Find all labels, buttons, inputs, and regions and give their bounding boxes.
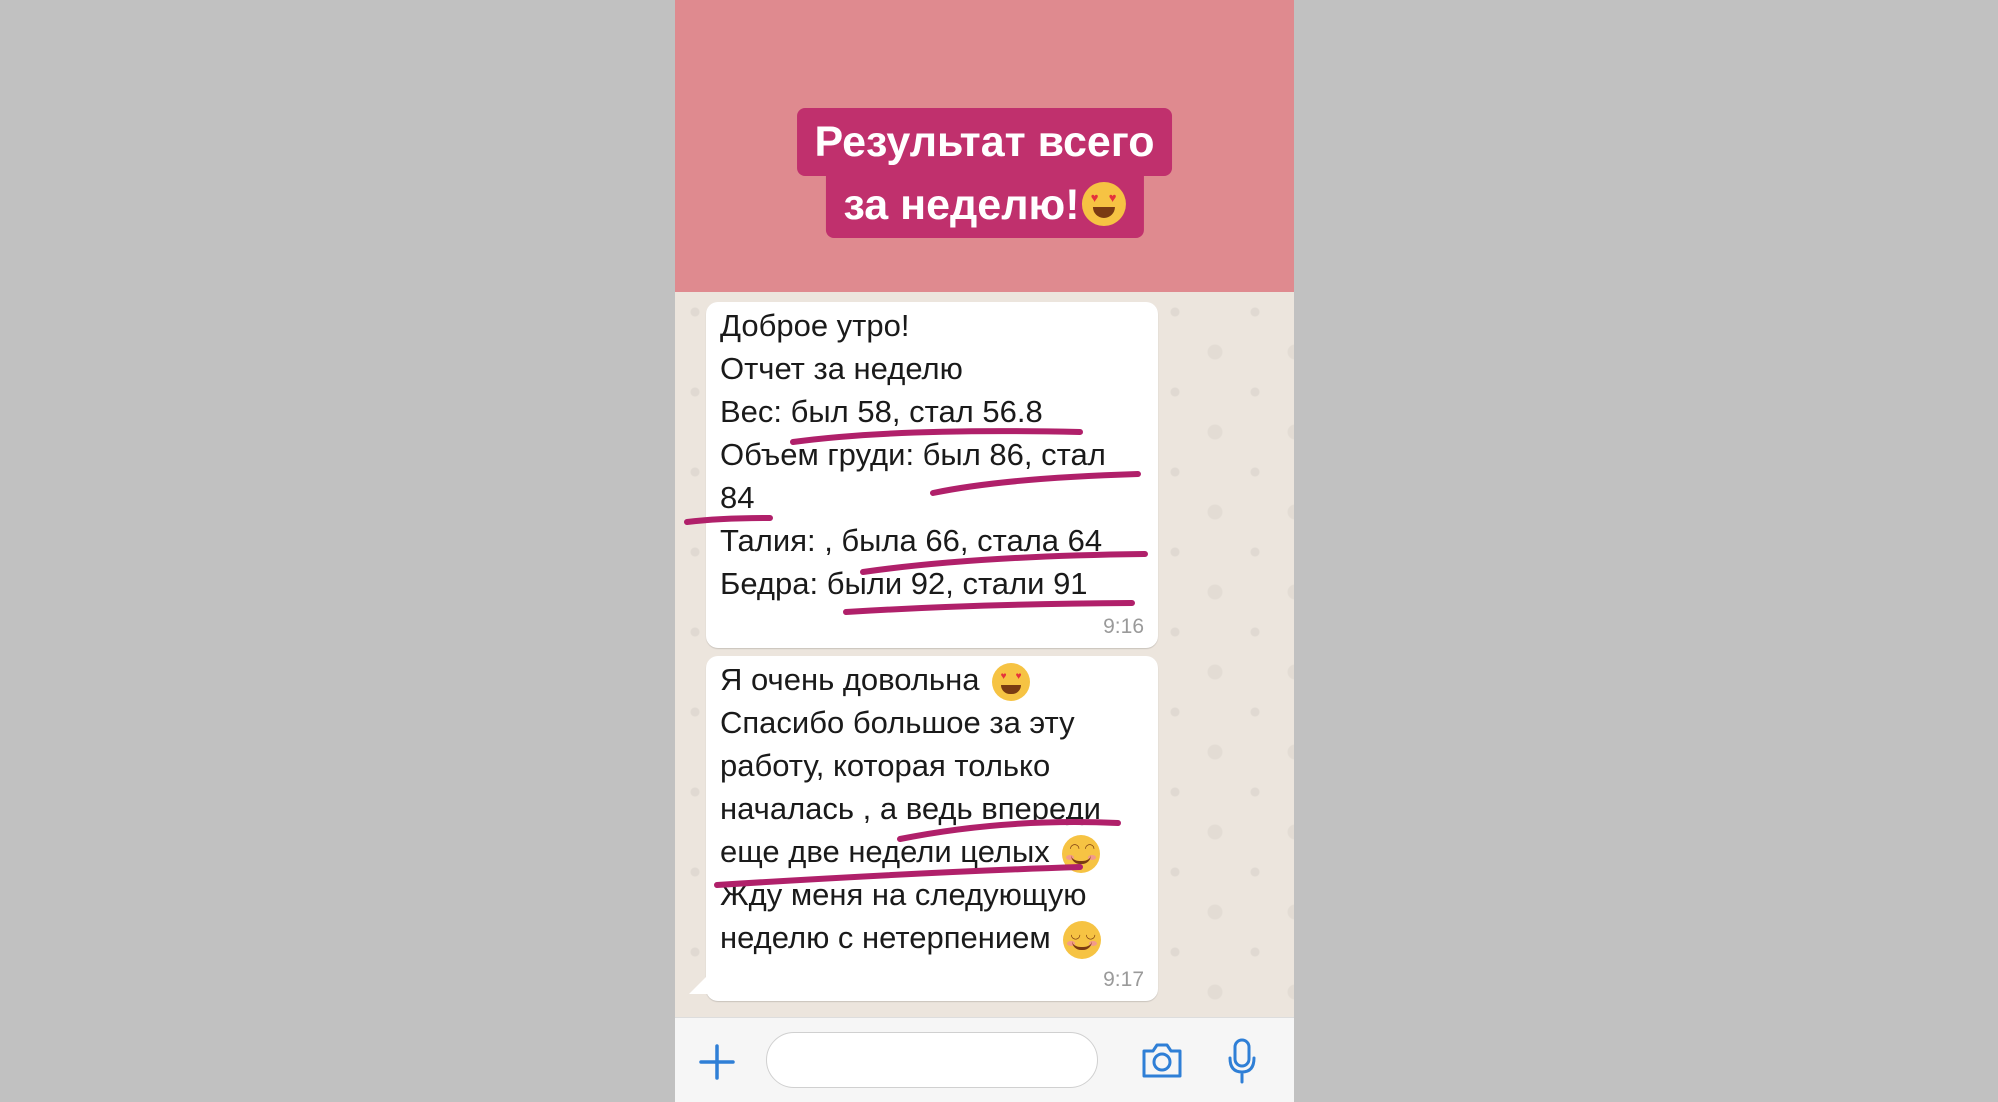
message-line: Вес: был 58, стал 56.8 bbox=[720, 394, 1043, 429]
message-timestamp: 9:16 bbox=[1103, 615, 1144, 638]
message-line: Жду меня на следующую bbox=[720, 877, 1087, 912]
message-line: работу, которая только bbox=[720, 748, 1051, 783]
message-line: Я очень довольна ♥ ♥ bbox=[720, 662, 1031, 701]
message-line: Доброе утро! bbox=[720, 308, 910, 343]
banner-title-line-2-text: за неделю! bbox=[843, 181, 1080, 229]
message-line: Спасибо большое за эту bbox=[720, 705, 1075, 740]
message-bubble-incoming[interactable]: Доброе утро! Отчет за неделю Вес: был 58… bbox=[706, 302, 1158, 648]
message-text-input[interactable] bbox=[766, 1032, 1098, 1088]
bubble-tail bbox=[689, 976, 707, 994]
message-bubble-incoming[interactable]: Я очень довольна ♥ ♥ Спасибо большое за э… bbox=[706, 656, 1158, 1001]
message-line: Талия: , была 66, стала 64 bbox=[720, 523, 1103, 558]
camera-icon[interactable] bbox=[1140, 1040, 1184, 1080]
message-timestamp: 9:17 bbox=[1103, 968, 1144, 991]
message-line: 84 bbox=[720, 480, 755, 515]
relieved-face-emoji-icon: ◡ ◡ bbox=[1063, 920, 1102, 959]
smiling-face-emoji-icon: ◠ ◠ bbox=[1062, 834, 1101, 873]
message-input-bar bbox=[675, 1017, 1294, 1102]
heart-eyes-emoji-icon: ♥ ♥ bbox=[992, 662, 1031, 701]
message-line: Отчет за неделю bbox=[720, 351, 963, 386]
phone-screen: Результат всего за неделю! ♥ ♥ Доброе утро… bbox=[675, 0, 1294, 1102]
banner-title-line-2: за неделю! ♥ ♥ bbox=[825, 176, 1144, 238]
banner-title-line-1: Результат всего bbox=[796, 108, 1173, 176]
story-banner: Результат всего за неделю! ♥ ♥ bbox=[675, 0, 1294, 292]
plus-icon[interactable] bbox=[699, 1044, 735, 1080]
message-line: еще две недели целых ◠ ◠ bbox=[720, 834, 1101, 873]
message-line: неделю с нетерпением ◡ ◡ bbox=[720, 920, 1102, 959]
message-line-text: еще две недели целых bbox=[720, 834, 1050, 869]
message-line-text: неделю с нетерпением bbox=[720, 920, 1051, 955]
message-line: Объем груди: был 86, стал bbox=[720, 437, 1106, 472]
message-line-text: Я очень довольна bbox=[720, 662, 980, 697]
heart-eyes-emoji-icon: ♥ ♥ bbox=[1081, 181, 1126, 226]
message-line: началась , а ведь впереди bbox=[720, 791, 1101, 826]
message-line: Бедра: были 92, стали 91 bbox=[720, 566, 1088, 601]
microphone-icon[interactable] bbox=[1228, 1038, 1256, 1084]
